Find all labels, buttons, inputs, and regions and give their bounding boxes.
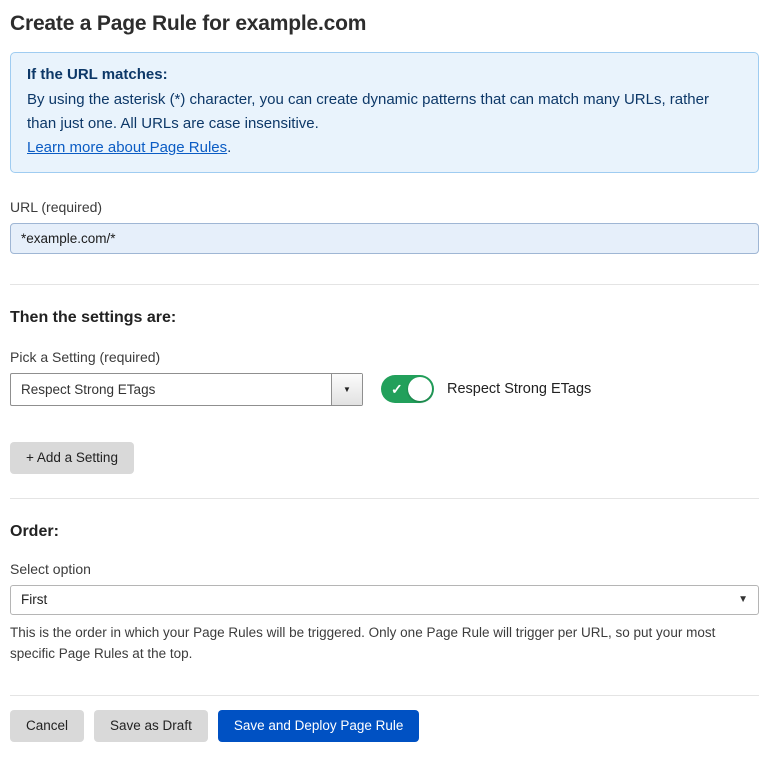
check-icon: ✓ bbox=[391, 382, 403, 396]
cancel-button[interactable]: Cancel bbox=[10, 710, 84, 742]
order-heading: Order: bbox=[10, 523, 759, 541]
toggle-knob bbox=[408, 377, 432, 401]
learn-more-link[interactable]: Learn more about Page Rules bbox=[27, 139, 227, 156]
settings-heading: Then the settings are: bbox=[10, 309, 759, 327]
url-input[interactable] bbox=[10, 223, 759, 254]
save-deploy-button[interactable]: Save and Deploy Page Rule bbox=[218, 710, 420, 742]
order-select[interactable]: First ▼ bbox=[10, 585, 759, 615]
section-divider bbox=[10, 498, 759, 499]
order-select-value: First bbox=[21, 592, 47, 607]
chevron-down-icon: ▼ bbox=[738, 594, 748, 605]
setting-toggle-label: Respect Strong ETags bbox=[447, 381, 591, 397]
add-setting-button[interactable]: + Add a Setting bbox=[10, 442, 134, 474]
setting-toggle[interactable]: ✓ bbox=[381, 375, 434, 403]
setting-row: Respect Strong ETags ▼ ✓ Respect Strong … bbox=[10, 373, 759, 406]
link-period: . bbox=[227, 139, 231, 156]
footer-actions: Cancel Save as Draft Save and Deploy Pag… bbox=[10, 710, 759, 742]
info-box-heading: If the URL matches: bbox=[27, 63, 742, 88]
order-select-label: Select option bbox=[10, 561, 759, 577]
order-help-text: This is the order in which your Page Rul… bbox=[10, 623, 759, 665]
page-title: Create a Page Rule for example.com bbox=[10, 12, 759, 36]
url-label: URL (required) bbox=[10, 199, 759, 215]
save-draft-button[interactable]: Save as Draft bbox=[94, 710, 208, 742]
section-divider bbox=[10, 284, 759, 285]
chevron-down-icon: ▼ bbox=[343, 385, 351, 394]
footer-divider bbox=[10, 695, 759, 696]
pick-setting-label: Pick a Setting (required) bbox=[10, 349, 759, 365]
setting-select-dropdown-button[interactable]: ▼ bbox=[331, 374, 362, 405]
setting-toggle-group: ✓ Respect Strong ETags bbox=[381, 375, 591, 403]
info-box-body: By using the asterisk (*) character, you… bbox=[27, 88, 742, 136]
setting-select-value: Respect Strong ETags bbox=[11, 374, 331, 405]
url-match-info-box: If the URL matches: By using the asteris… bbox=[10, 52, 759, 173]
setting-select[interactable]: Respect Strong ETags ▼ bbox=[10, 373, 363, 406]
create-page-rule-panel: Create a Page Rule for example.com If th… bbox=[0, 0, 769, 758]
info-box-link-row: Learn more about Page Rules. bbox=[27, 136, 742, 160]
